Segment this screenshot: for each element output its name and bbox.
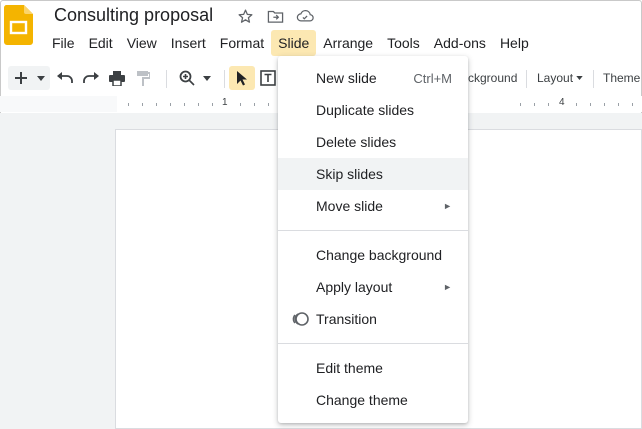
slides-logo-icon[interactable] (4, 5, 33, 45)
zoom-chevron-down-icon[interactable] (200, 75, 214, 81)
menu-item-change-theme[interactable]: Change theme (278, 384, 468, 416)
menu-insert[interactable]: Insert (164, 30, 213, 56)
new-slide-button[interactable] (8, 66, 50, 90)
slide-menu-dropdown: New slide Ctrl+M Duplicate slides Delete… (278, 56, 468, 423)
menu-bar: File Edit View Insert Format Slide Arran… (45, 30, 536, 56)
menu-arrange[interactable]: Arrange (316, 30, 380, 56)
submenu-arrow-icon: ► (443, 201, 452, 211)
star-icon[interactable] (234, 6, 256, 26)
submenu-arrow-icon: ► (443, 282, 452, 292)
menu-item-skip-slides[interactable]: Skip slides (278, 158, 468, 190)
menu-item-edit-theme[interactable]: Edit theme (278, 352, 468, 384)
menu-item-duplicate-slides[interactable]: Duplicate slides (278, 94, 468, 126)
undo-icon[interactable] (52, 66, 78, 90)
menu-add-ons[interactable]: Add-ons (427, 30, 493, 56)
menu-view[interactable]: View (120, 30, 164, 56)
menu-slide[interactable]: Slide (271, 30, 317, 56)
shortcut-label: Ctrl+M (413, 70, 452, 86)
redo-icon[interactable] (78, 66, 104, 90)
menu-divider (278, 343, 468, 344)
menu-item-new-slide[interactable]: New slide Ctrl+M (278, 62, 468, 94)
zoom-icon[interactable] (174, 66, 200, 90)
cloud-saved-icon[interactable] (294, 6, 316, 26)
plus-icon (8, 66, 34, 90)
background-button[interactable]: ckground (468, 66, 517, 90)
menu-file[interactable]: File (45, 30, 82, 56)
move-to-folder-icon[interactable] (264, 6, 286, 26)
menu-item-move-slide[interactable]: Move slide ► (278, 190, 468, 222)
ruler-mark-4: 4 (559, 97, 565, 108)
menu-tools[interactable]: Tools (380, 30, 427, 56)
select-tool-icon[interactable] (229, 66, 255, 90)
menu-format[interactable]: Format (213, 30, 271, 56)
menu-item-change-background[interactable]: Change background (278, 239, 468, 271)
menu-item-transition[interactable]: Transition (278, 303, 468, 335)
layout-chevron-down-icon (576, 76, 583, 80)
menu-divider (278, 230, 468, 231)
chevron-down-icon[interactable] (34, 75, 48, 81)
theme-button[interactable]: Theme (603, 66, 640, 90)
menu-edit[interactable]: Edit (82, 30, 120, 56)
menu-item-delete-slides[interactable]: Delete slides (278, 126, 468, 158)
print-icon[interactable] (104, 66, 130, 90)
transition-icon (290, 309, 310, 329)
document-title[interactable]: Consulting proposal (54, 5, 213, 26)
layout-button[interactable]: Layout (537, 66, 573, 90)
ruler-mark-1: 1 (222, 97, 228, 108)
menu-item-apply-layout[interactable]: Apply layout ► (278, 271, 468, 303)
paint-format-icon[interactable] (130, 66, 156, 90)
menu-help[interactable]: Help (493, 30, 536, 56)
